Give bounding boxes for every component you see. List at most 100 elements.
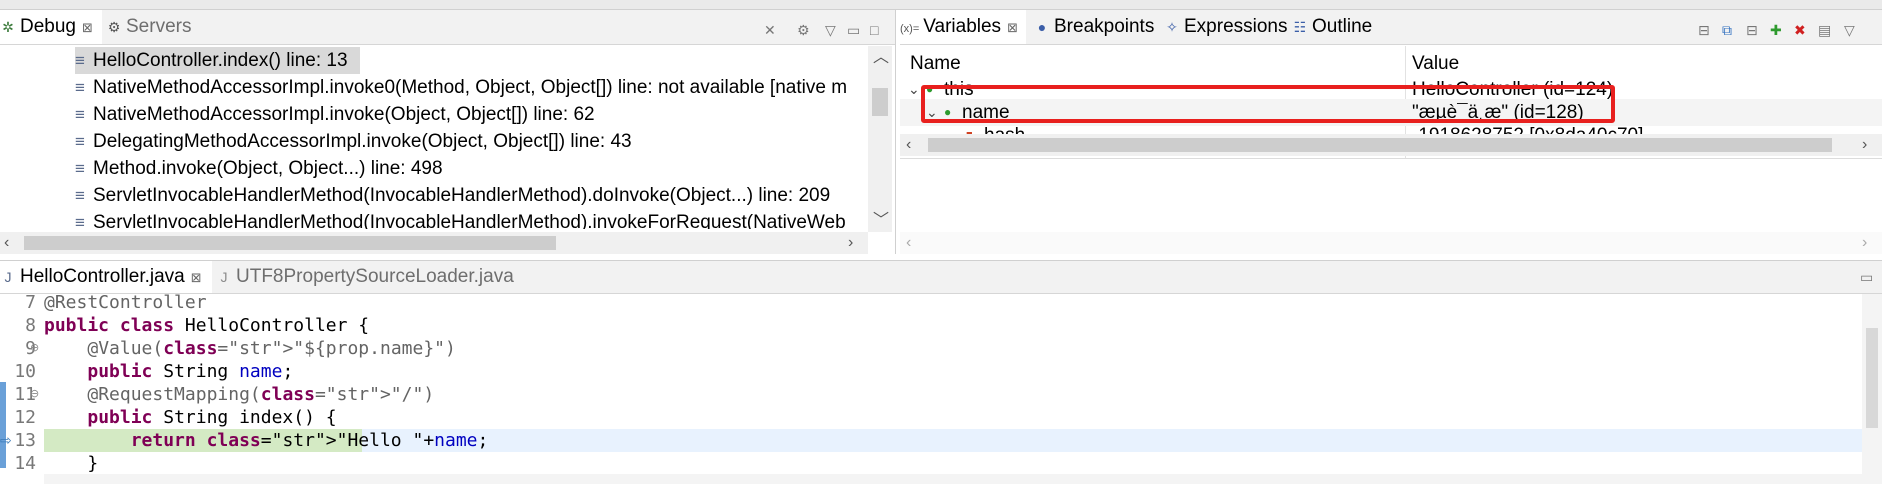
stack-frame-label: NativeMethodAccessorImpl.invoke(Object, … [93, 104, 595, 125]
line-number: 13 [14, 430, 36, 451]
column-header-name[interactable]: Name [910, 53, 961, 75]
tab-breakpoints[interactable]: ● Breakpoints [1034, 10, 1155, 44]
debug-horizontal-thumb[interactable] [24, 236, 556, 250]
scroll-right-icon[interactable]: › [848, 233, 853, 253]
tab-outline[interactable]: ☷ Outline [1292, 10, 1372, 44]
tab-breakpoints-label: Breakpoints [1054, 16, 1155, 37]
minimize-icon[interactable]: ▭ [1860, 269, 1873, 286]
tab-expressions[interactable]: ✧ Expressions [1164, 10, 1288, 44]
show-logical-structure-icon[interactable]: ⧉ [1722, 22, 1732, 39]
stack-frame-label: NativeMethodAccessorImpl.invoke0(Method,… [93, 77, 848, 98]
scroll-left-icon[interactable]: ‹ [906, 135, 911, 155]
debug-view: ✲ Debug ⊠ ⚙ Servers ✕ ⚙ ▽ ▭ □ ≡ HelloControl… [0, 10, 896, 254]
stack-frame[interactable]: ≡ NativeMethodAccessorImpl.invoke(Object,… [75, 101, 595, 128]
remove-all-icon[interactable]: ▤ [1818, 22, 1831, 39]
view-menu-icon[interactable]: ▽ [825, 22, 836, 39]
code-line[interactable]: @RestController [44, 291, 207, 314]
tab-variables[interactable]: (x)= Variables ⊠ [900, 10, 1026, 44]
tab-servers-label: Servers [126, 16, 192, 37]
remove-icon[interactable]: ✖ [1794, 22, 1806, 39]
editor-area: J HelloController.java ⊠ J UTF8PropertySour… [0, 260, 1882, 484]
line-number: 10 [14, 361, 36, 382]
code-line[interactable]: @Value(class="str">"${prop.name}") [44, 337, 455, 360]
collapse-all-icon[interactable]: ⊟ [1746, 22, 1758, 39]
stack-frame-icon: ≡ [75, 78, 85, 97]
code-line[interactable]: public class HelloController { [44, 314, 369, 337]
editor-tabbar: J HelloController.java ⊠ J UTF8PropertySour… [0, 261, 1882, 294]
debug-options-icon[interactable]: ⚙ [797, 22, 810, 39]
stack-frame-label: DelegatingMethodAccessorImpl.invoke(Obje… [93, 131, 632, 152]
scroll-left-icon[interactable]: ‹ [906, 233, 911, 253]
window-top-strip [0, 0, 1882, 10]
stack-frame-icon: ≡ [75, 186, 85, 205]
debug-vertical-thumb[interactable] [872, 88, 888, 116]
debug-tabbar: ✲ Debug ⊠ ⚙ Servers ✕ ⚙ ▽ ▭ □ [0, 10, 895, 45]
code-line[interactable]: return class="str">"Hello "+name; [44, 429, 489, 452]
stack-frame[interactable]: ≡ NativeMethodAccessorImpl.invoke0(Method… [75, 74, 865, 101]
column-header-value[interactable]: Value [1412, 53, 1459, 75]
detail-horizontal-scrollbar[interactable]: ‹ › [900, 232, 1882, 254]
outline-icon: ☷ [1293, 19, 1307, 35]
tab-servers[interactable]: ⚙ Servers [106, 10, 216, 44]
line-number: 14 [14, 453, 36, 474]
scroll-up-icon[interactable]: ︿ [873, 48, 889, 68]
code-line[interactable]: } [44, 452, 98, 474]
line-number: 8 [25, 315, 36, 336]
variables-icon: (x)= [900, 23, 920, 35]
tab-expressions-label: Expressions [1184, 16, 1288, 37]
editor-tab-label: HelloController.java [20, 266, 185, 287]
stack-frame-icon: ≡ [75, 159, 85, 178]
detail-pane[interactable] [900, 158, 1882, 233]
variables-horizontal-thumb[interactable] [928, 138, 1832, 152]
scroll-right-icon[interactable]: › [1862, 135, 1867, 155]
java-file-icon: J [4, 269, 12, 285]
remove-terminated-icon[interactable]: ✕ [764, 22, 776, 39]
stack-frame-label: HelloController.index() line: 13 [93, 50, 348, 71]
scroll-down-icon[interactable]: ﹀ [873, 211, 889, 231]
stack-frame-label: ServletInvocableHandlerMethod(InvocableH… [93, 212, 846, 229]
line-number: 7 [25, 292, 36, 313]
fold-toggle-icon[interactable]: ⊖ [30, 341, 39, 354]
stack-frame[interactable]: ≡ HelloController.index() line: 13 [75, 47, 360, 74]
stack-frame-icon: ≡ [75, 213, 85, 229]
code-line[interactable]: public String index() { [44, 406, 336, 429]
stack-frame[interactable]: ≡ ServletInvocableHandlerMethod(Invocable… [75, 182, 830, 209]
view-menu-icon[interactable]: ▽ [1844, 22, 1855, 39]
stack-frame[interactable]: ≡ Method.invoke(Object, Object...) line: … [75, 155, 443, 182]
tab-debug-label: Debug [20, 16, 76, 37]
java-file-icon: J [220, 269, 228, 285]
editor-vertical-thumb[interactable] [1866, 328, 1878, 428]
variables-horizontal-scrollbar[interactable]: ‹ › [900, 134, 1882, 156]
tab-utf8propertysourceloader-java[interactable]: J UTF8PropertySourceLoader.java [216, 261, 514, 293]
stack-frame-icon: ≡ [75, 105, 85, 124]
code-line[interactable]: @RequestMapping(class="str">"/") [44, 383, 434, 406]
breakpoints-icon: ● [1037, 19, 1047, 35]
scroll-left-icon[interactable]: ‹ [4, 233, 9, 253]
tab-debug[interactable]: ✲ Debug ⊠ [0, 10, 102, 44]
close-icon[interactable]: ⊠ [191, 270, 202, 285]
variables-tabbar: (x)= Variables ⊠ ● Breakpoints ✧ Expressions… [900, 10, 1882, 45]
fold-toggle-icon[interactable]: ⊖ [30, 387, 39, 400]
tab-outline-label: Outline [1312, 16, 1373, 37]
stack-frame[interactable]: ≡ ServletInvocableHandlerMethod(Invocable… [75, 209, 865, 229]
tab-hellocontroller-java[interactable]: J HelloController.java ⊠ [0, 261, 212, 293]
minimize-icon[interactable]: ▭ [847, 22, 860, 39]
debug-icon: ✲ [2, 19, 14, 35]
stack-frame-icon: ≡ [75, 132, 85, 151]
maximize-icon[interactable]: □ [870, 22, 878, 38]
close-icon[interactable]: ⊠ [82, 20, 93, 35]
scroll-right-icon[interactable]: › [1862, 233, 1867, 253]
editor-tab-label: UTF8PropertySourceLoader.java [236, 266, 514, 287]
show-type-names-icon[interactable]: ⊟ [1698, 22, 1710, 39]
code-line[interactable]: public String name; [44, 360, 293, 383]
close-icon[interactable]: ⊠ [1007, 20, 1018, 35]
line-number: 12 [14, 407, 36, 428]
tab-variables-label: Variables [923, 16, 1002, 37]
stack-frame[interactable]: ≡ DelegatingMethodAccessorImpl.invoke(Obj… [75, 128, 632, 155]
editor-vertical-scrollbar[interactable] [1862, 294, 1882, 484]
highlight-box [921, 85, 1615, 123]
servers-icon: ⚙ [107, 19, 121, 35]
debug-horizontal-scrollbar[interactable]: ‹ › [0, 232, 868, 254]
add-watch-icon[interactable]: ✚ [1770, 22, 1782, 39]
debug-vertical-scrollbar[interactable]: ︿ ﹀ [868, 46, 892, 232]
